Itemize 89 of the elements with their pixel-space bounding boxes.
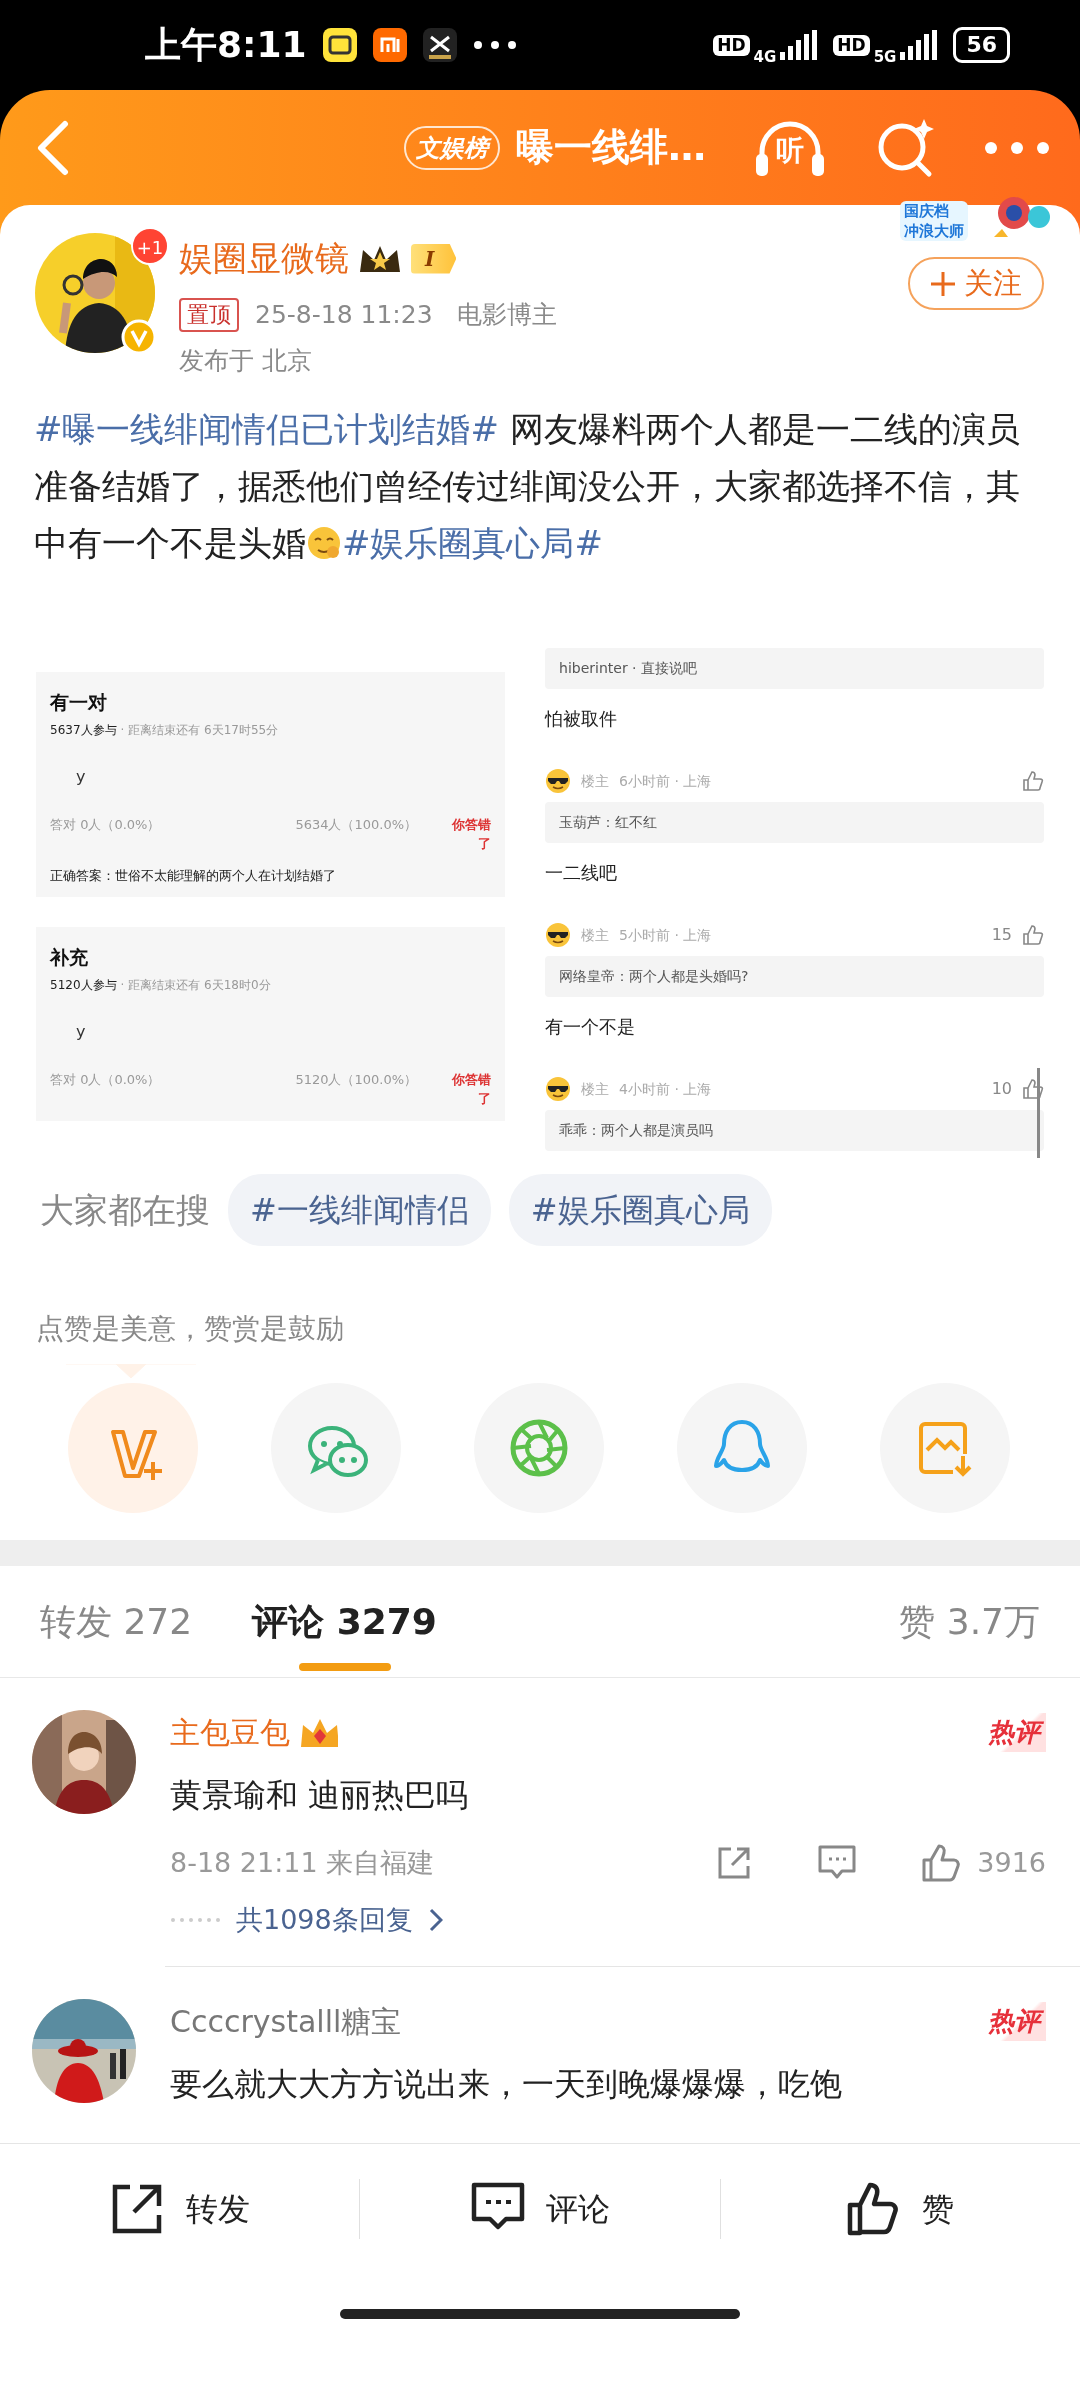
like-count: 10 [991,1078,1012,1100]
quoted-comment: 乖乖：两个人都是演员吗 [545,1110,1044,1151]
quiz-option: y [76,764,492,789]
replies-link[interactable]: 共1098条回复 [236,1899,413,1940]
trending-search-tag[interactable]: #一线绯闻情侣 [228,1174,491,1246]
verified-badge-icon [121,319,157,355]
quoted-comment: hiberinter · 直接说吧 [545,648,1044,689]
topic-link[interactable]: #曝一线绯闻情侣已计划结婚# [34,409,499,449]
result-label: 你答错了 [450,815,492,853]
reply-text: 一二线吧 [545,861,619,885]
correct-count: 答对 0人（0.0%） [50,1070,161,1089]
comment-button[interactable]: 评论 [360,2144,720,2273]
like-button[interactable]: 赞 [720,2144,1080,2273]
sunglasses-emoji-icon [545,1076,572,1102]
app-notification-icon [322,28,357,62]
reward-prompt: 点赞是美意，赞赏是鼓励 [35,1311,345,1347]
battery-level: 56 [953,27,1010,63]
wrong-count: 5634人（100.0%） [295,815,418,834]
network-label: 4G [753,46,777,68]
correct-answer: 正确答案：世俗不太能理解的两个人在计划结婚了 [50,866,337,885]
correct-count: 答对 0人（0.0%） [50,815,161,834]
post-location: 发布于 北京 [179,344,313,377]
time-remaining: · 距离结束还有 6天18时0分 [120,976,271,994]
notification-badge: +1 [131,227,169,265]
time-remaining: · 距离结束还有 6天17时55分 [120,721,279,739]
author-label: 楼主 [581,771,610,791]
like-count: 3916 [977,1846,1046,1880]
author-label: 楼主 [581,925,610,945]
network-label: 5G [873,46,897,68]
plus-icon [930,270,956,297]
search-label: 大家都在搜 [40,1188,210,1232]
thumbs-up-icon [1022,770,1044,792]
quiz-title: 补充 [50,945,89,970]
quoted-comment: 网络皇帝：两个人都是头婚吗? [545,956,1044,997]
sunglasses-emoji-icon [545,768,572,794]
thumbs-up-icon [1022,924,1044,946]
back-button[interactable] [35,119,71,176]
thumbs-up-icon[interactable] [921,1843,962,1884]
comment-text: 黄景瑜和 迪丽热巴吗 [170,1775,470,1816]
comment-text: 要么就大大方方说出来，一天到晚爆爆爆，吃饱 [170,2064,843,2105]
trending-search-tag[interactable]: #娱乐圈真心局 [508,1174,772,1246]
more-notifications-icon [472,40,517,50]
ellipsis-line-icon [170,1916,220,1923]
chevron-right-icon [428,1907,443,1932]
quiz-title: 有一对 [50,690,108,715]
participant-count: 5120人参与 [50,976,117,994]
time-label: 5小时前 · 上海 [619,925,712,945]
comment-meta: 8-18 21:11 来自福建 [170,1846,435,1880]
page-title: 曝一线绯… [516,124,706,171]
pinned-tag: 置顶 [179,297,239,332]
post-text: #曝一线绯闻情侣已计划结婚# 网友爆料两个人都是一二线的演员准备结婚了，据悉他们曾经传过绯闻没公开，大家都选择不信，其中有一个不是头婚 #娱乐圈真心局# [33,408,1021,565]
signal-icon [780,30,818,60]
follow-button[interactable]: 关注 [908,257,1044,310]
more-icon [984,141,1050,155]
topic-link[interactable]: #娱乐圈真心局# [342,523,603,563]
clock-time: 上午8:11 [145,23,307,67]
sunglasses-emoji-icon [545,922,572,948]
hd-label: HD [713,34,750,56]
author-name[interactable]: 娱圈显微镜 [179,233,349,284]
commenter-name[interactable]: Ccccrystalll糖宝 [170,1999,402,2044]
author-label: 楼主 [581,1079,610,1099]
result-label: 你答错了 [450,1070,492,1108]
thumbs-up-icon [1022,1078,1044,1100]
back-icon [35,119,71,176]
like-count: 15 [991,924,1012,946]
sticker-drawing [994,197,1050,237]
tab[interactable]: 转发 272 [40,1566,193,1677]
level-badge: I [411,243,457,274]
smiley-icon [306,525,342,561]
post-time: 25-8-18 11:23 [255,299,433,331]
commenter-name[interactable]: 主包豆包 [170,1710,290,1755]
hd-label: HD [833,34,870,56]
reply-text: 有一个不是 [545,1015,637,1039]
time-label: 4小时前 · 上海 [619,1079,712,1099]
quiz-option: y [76,1019,492,1044]
wrong-count: 5120人（100.0%） [295,1070,418,1089]
repost-button[interactable]: 转发 [0,2144,360,2273]
like-total[interactable]: 赞 3.7万 [899,1594,1040,1649]
event-sticker: 国庆档 冲浪大师 [900,201,968,241]
quoted-comment: 玉葫芦：红不红 [545,802,1044,843]
listen-button[interactable]: 听 [754,117,826,178]
signal-icon [900,30,938,60]
app-notification-icon [422,28,457,62]
author-role: 电影博主 [456,299,557,331]
tab[interactable]: 评论 3279 [252,1566,437,1677]
participant-count: 5637人参与 [50,721,117,739]
reply-text: 怕被取件 [545,707,619,731]
time-label: 6小时前 · 上海 [619,771,712,791]
app-notification-icon [372,28,407,62]
